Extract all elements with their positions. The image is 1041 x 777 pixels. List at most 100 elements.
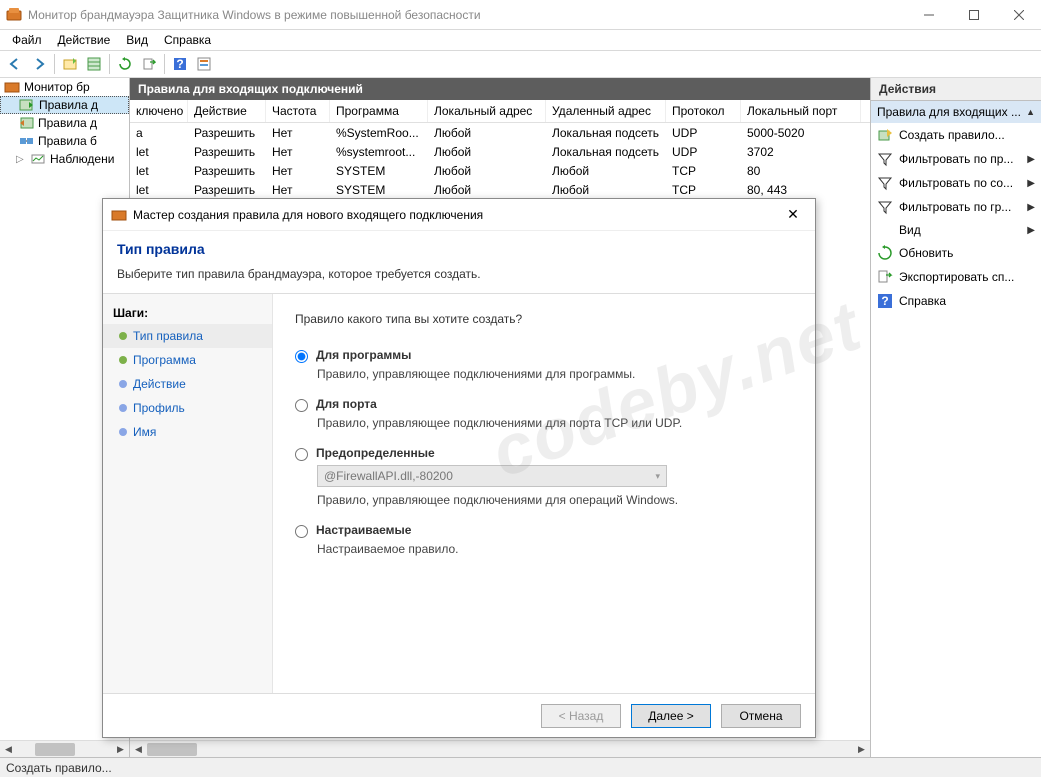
new-rule-icon xyxy=(877,127,893,143)
tree-item-label: Наблюдени xyxy=(50,152,114,166)
action-filter-profile[interactable]: Фильтровать по пр... ▶ xyxy=(871,147,1041,171)
step-name[interactable]: Имя xyxy=(103,420,272,444)
tree-item-inbound[interactable]: Правила д xyxy=(0,96,129,114)
tree-item-monitoring[interactable]: ▷ Наблюдени xyxy=(0,150,129,168)
table-cell: Разрешить xyxy=(188,164,266,178)
actions-subheader-label: Правила для входящих ... xyxy=(877,105,1021,119)
menu-view[interactable]: Вид xyxy=(118,31,156,49)
menu-help[interactable]: Справка xyxy=(156,31,219,49)
col-program[interactable]: Программа xyxy=(330,100,428,122)
dialog-close-button[interactable]: ✕ xyxy=(779,203,807,227)
next-button[interactable]: Далее > xyxy=(631,704,711,728)
radio-port-desc: Правило, управляющее подключениями для п… xyxy=(317,416,793,430)
action-new-rule[interactable]: Создать правило... xyxy=(871,123,1041,147)
collapse-icon[interactable]: ▲ xyxy=(1026,107,1035,117)
tree-horizontal-scrollbar[interactable]: ◀▶ xyxy=(0,740,129,757)
menu-file[interactable]: Файл xyxy=(4,31,50,49)
table-cell: Нет xyxy=(266,145,330,159)
actions-subheader[interactable]: Правила для входящих ... ▲ xyxy=(871,101,1041,123)
action-label: Фильтровать по со... xyxy=(899,176,1013,190)
minimize-button[interactable] xyxy=(906,0,951,29)
combo-value: @FirewallAPI.dll,-80200 xyxy=(324,469,453,483)
action-filter-state[interactable]: Фильтровать по со... ▶ xyxy=(871,171,1041,195)
status-text: Создать правило... xyxy=(6,761,112,775)
radio-program-input[interactable] xyxy=(295,350,308,363)
table-cell: Любой xyxy=(428,145,546,159)
step-bullet-icon xyxy=(119,428,127,436)
outbound-rules-icon xyxy=(18,115,34,131)
radio-port[interactable]: Для порта xyxy=(295,397,793,412)
col-enabled[interactable]: ключено xyxy=(130,100,188,122)
wizard-dialog: Мастер создания правила для нового входя… xyxy=(102,198,816,738)
radio-port-input[interactable] xyxy=(295,399,308,412)
table-row[interactable]: letРазрешитьНетSYSTEMЛюбойЛюбойTCP80, 44… xyxy=(130,180,870,199)
col-remote-addr[interactable]: Удаленный адрес xyxy=(546,100,666,122)
action-label: Фильтровать по гр... xyxy=(899,200,1011,214)
step-action[interactable]: Действие xyxy=(103,372,272,396)
col-action[interactable]: Действие xyxy=(188,100,266,122)
window-titlebar: Монитор брандмауэра Защитника Windows в … xyxy=(0,0,1041,30)
col-protocol[interactable]: Протокол xyxy=(666,100,741,122)
refresh-button[interactable] xyxy=(114,53,136,75)
step-label: Программа xyxy=(133,353,196,367)
action-view[interactable]: Вид ▶ xyxy=(871,219,1041,241)
export-button[interactable] xyxy=(138,53,160,75)
table-cell: Любой xyxy=(428,164,546,178)
maximize-button[interactable] xyxy=(951,0,996,29)
column-headers: ключено Действие Частота Программа Локал… xyxy=(130,100,870,123)
action-refresh[interactable]: Обновить xyxy=(871,241,1041,265)
help-button[interactable]: ? xyxy=(169,53,191,75)
col-local-port[interactable]: Локальный порт xyxy=(741,100,861,122)
action-export[interactable]: Экспортировать сп... xyxy=(871,265,1041,289)
table-cell: UDP xyxy=(666,145,741,159)
step-rule-type[interactable]: Тип правила xyxy=(103,324,272,348)
nav-back-button[interactable] xyxy=(4,53,26,75)
action-help[interactable]: ? Справка xyxy=(871,289,1041,313)
table-cell: %systemroot... xyxy=(330,145,428,159)
close-button[interactable] xyxy=(996,0,1041,29)
monitoring-icon xyxy=(30,151,46,167)
tree-expand-icon[interactable]: ▷ xyxy=(16,154,26,165)
actions-pane: Действия Правила для входящих ... ▲ Созд… xyxy=(871,78,1041,757)
nav-forward-button[interactable] xyxy=(28,53,50,75)
center-horizontal-scrollbar[interactable]: ◀▶ xyxy=(130,740,870,757)
view-button[interactable] xyxy=(83,53,105,75)
action-label: Вид xyxy=(899,223,921,237)
radio-predefined-desc: Правило, управляющее подключениями для о… xyxy=(317,493,793,507)
step-program[interactable]: Программа xyxy=(103,348,272,372)
table-cell: UDP xyxy=(666,126,741,140)
menu-action[interactable]: Действие xyxy=(50,31,119,49)
radio-custom[interactable]: Настраиваемые xyxy=(295,523,793,538)
step-bullet-icon xyxy=(119,356,127,364)
chevron-down-icon: ▾ xyxy=(655,471,660,482)
table-row[interactable]: аРазрешитьНет%SystemRoo...ЛюбойЛокальная… xyxy=(130,123,870,142)
back-button[interactable]: < Назад xyxy=(541,704,621,728)
action-button[interactable] xyxy=(59,53,81,75)
col-override[interactable]: Частота xyxy=(266,100,330,122)
table-cell: а xyxy=(130,126,188,140)
toolbar: ? xyxy=(0,50,1041,78)
step-label: Тип правила xyxy=(133,329,203,343)
table-cell: Локальная подсеть xyxy=(546,126,666,140)
radio-program-label: Для программы xyxy=(316,348,411,362)
dialog-title: Мастер создания правила для нового входя… xyxy=(133,208,779,222)
table-row[interactable]: letРазрешитьНетSYSTEMЛюбойЛюбойTCP80 xyxy=(130,161,870,180)
action-filter-group[interactable]: Фильтровать по гр... ▶ xyxy=(871,195,1041,219)
table-row[interactable]: letРазрешитьНет%systemroot...ЛюбойЛокаль… xyxy=(130,142,870,161)
properties-button[interactable] xyxy=(193,53,215,75)
step-profile[interactable]: Профиль xyxy=(103,396,272,420)
col-local-addr[interactable]: Локальный адрес xyxy=(428,100,546,122)
step-label: Профиль xyxy=(133,401,185,415)
dialog-titlebar: Мастер создания правила для нового входя… xyxy=(103,199,815,231)
table-cell: 80 xyxy=(741,164,861,178)
radio-predefined-input[interactable] xyxy=(295,448,308,461)
tree-item-outbound[interactable]: Правила д xyxy=(0,114,129,132)
tree-item-conn-security[interactable]: Правила б xyxy=(0,132,129,150)
radio-program[interactable]: Для программы xyxy=(295,348,793,363)
table-cell: SYSTEM xyxy=(330,164,428,178)
chevron-right-icon: ▶ xyxy=(1027,225,1035,236)
radio-predefined[interactable]: Предопределенные xyxy=(295,446,793,461)
tree-root[interactable]: Монитор бр xyxy=(0,78,129,96)
radio-custom-input[interactable] xyxy=(295,525,308,538)
cancel-button[interactable]: Отмена xyxy=(721,704,801,728)
